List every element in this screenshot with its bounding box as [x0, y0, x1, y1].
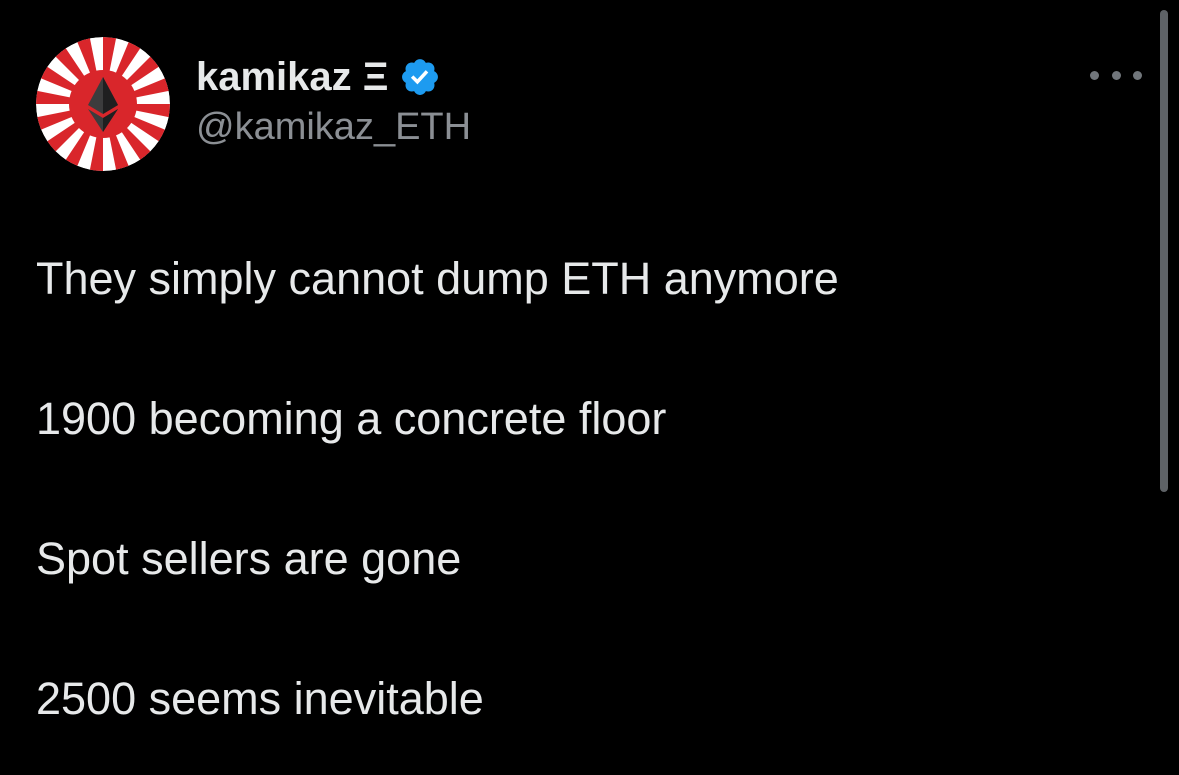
dot	[1111, 70, 1121, 80]
tweet-card: kamikaz Ξ @kamikaz_ETH They simply canno…	[0, 0, 1179, 775]
dot	[1090, 70, 1099, 80]
author-header: kamikaz Ξ @kamikaz_ETH	[196, 52, 471, 149]
tweet-text: They simply cannot dump ETH anymore 1900…	[36, 250, 1136, 728]
tweet-line: 2500 seems inevitable	[36, 673, 484, 724]
more-options-icon[interactable]	[1090, 60, 1142, 90]
author-handle[interactable]: @kamikaz_ETH	[196, 106, 471, 149]
dot	[1133, 70, 1142, 80]
tweet-line: They simply cannot dump ETH anymore	[36, 253, 839, 304]
verified-badge-icon	[401, 59, 438, 95]
display-name[interactable]: kamikaz Ξ	[196, 55, 389, 100]
name-row: kamikaz Ξ	[196, 52, 471, 102]
ethereum-logo-icon	[36, 37, 170, 171]
scrollbar[interactable]	[1160, 10, 1168, 492]
tweet-line: Spot sellers are gone	[36, 533, 462, 584]
tweet-line: 1900 becoming a concrete floor	[36, 393, 667, 444]
avatar[interactable]	[36, 37, 170, 171]
